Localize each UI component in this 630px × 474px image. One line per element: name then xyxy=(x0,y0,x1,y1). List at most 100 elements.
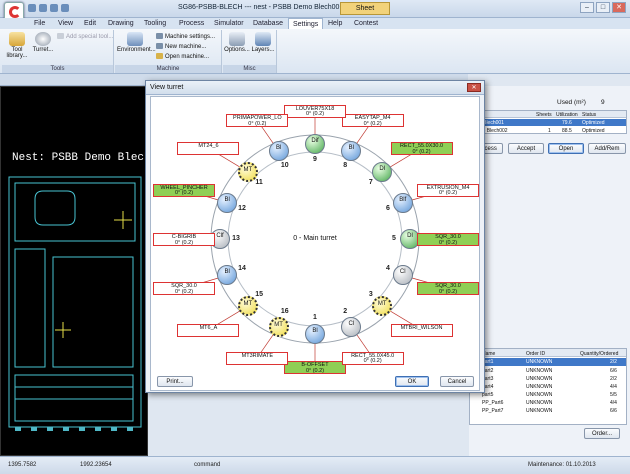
quick-save-icon[interactable] xyxy=(28,4,36,12)
window-controls: – □ ✕ xyxy=(578,2,626,14)
tool-label[interactable]: WHEEL_PINCHER 0° (0.2) xyxy=(153,183,215,197)
tool-label[interactable]: EASYTAP_M4 0° (0.2) xyxy=(341,114,404,128)
tool-label[interactable]: C-BIGRIB 0° (0.2) xyxy=(153,233,215,246)
layers-button[interactable]: Layers... xyxy=(251,32,275,53)
col-header-status: Status xyxy=(582,112,597,118)
new-machine-label: New machine... xyxy=(165,44,207,50)
menu-file[interactable]: File xyxy=(34,18,45,29)
menu-tooling[interactable]: Tooling xyxy=(144,18,166,29)
tool-label[interactable]: MT24_6 xyxy=(177,142,240,156)
tool-angle: 0° (0.2) xyxy=(174,288,194,295)
order-row-qty: 5/5 xyxy=(610,392,617,398)
tool-label[interactable]: EXTRUSION_M4 0° (0.2) xyxy=(417,183,479,197)
turret-station-1[interactable]: Bl xyxy=(305,324,325,344)
tool-label[interactable]: MT3RIMATE xyxy=(226,351,289,365)
tool-label[interactable]: RECT_55.0X45.0 0° (0.2) xyxy=(341,351,404,365)
menu-database[interactable]: Database xyxy=(253,18,283,29)
new-machine-button[interactable]: New machine... xyxy=(156,43,206,51)
cancel-button[interactable]: Cancel xyxy=(440,376,474,387)
order-row-id: UNKNOWN xyxy=(526,392,553,398)
tool-label[interactable]: MT6_A xyxy=(177,323,240,337)
order-row-qty: 6/6 xyxy=(610,408,617,414)
menu-simulator[interactable]: Simulator xyxy=(214,18,244,29)
machine-settings-icon xyxy=(156,33,163,39)
ok-button[interactable]: OK xyxy=(395,376,429,387)
menu-process[interactable]: Process xyxy=(179,18,204,29)
open-button[interactable]: Open xyxy=(548,143,584,154)
tool-label[interactable]: MTBRI_WILSON xyxy=(390,323,453,337)
turret-station-10[interactable]: Bl xyxy=(268,141,289,162)
station-number: 9 xyxy=(313,156,317,163)
menu-view[interactable]: View xyxy=(58,18,73,29)
turret-station-3[interactable]: MT xyxy=(372,296,393,317)
turret-station-8[interactable]: Bl xyxy=(341,141,362,162)
order-row[interactable]: part3 UNKNOWN 2/2 xyxy=(470,375,626,383)
order-row[interactable]: part2 UNKNOWN 6/6 xyxy=(470,367,626,375)
tool-angle: 0° (0.2) xyxy=(438,288,458,295)
dialog-close-button[interactable]: ✕ xyxy=(467,83,481,92)
quick-undo-icon[interactable] xyxy=(39,4,47,12)
station-number: 8 xyxy=(343,162,348,169)
order-row[interactable]: PP_Part6 UNKNOWN 4/4 xyxy=(470,399,626,407)
order-row[interactable]: part1 UNKNOWN 2/2 xyxy=(470,358,626,366)
environment-button[interactable]: Environment... xyxy=(117,32,156,53)
tool-name: MT6_A xyxy=(199,324,218,331)
minimize-button[interactable]: – xyxy=(580,2,594,13)
tools-group-label: Tools xyxy=(2,65,113,73)
order-row[interactable]: part5 UNKNOWN 5/5 xyxy=(470,391,626,399)
order-row-id: UNKNOWN xyxy=(526,408,553,414)
turret-station-9[interactable]: Dif xyxy=(305,134,325,154)
order-button[interactable]: Order... xyxy=(584,428,620,439)
tool-label[interactable]: SQR_30.0 0° (0.2) xyxy=(417,282,479,296)
menu-settings[interactable]: Settings xyxy=(288,18,324,29)
environment-icon xyxy=(127,32,143,46)
tool-label[interactable]: RECT_55.0X30.0 0° (0.2) xyxy=(390,142,453,156)
accept-button[interactable]: Accept xyxy=(508,143,544,154)
turret-station-16[interactable]: MT xyxy=(268,316,289,337)
open-machine-button[interactable]: Open machine... xyxy=(156,53,209,61)
add-remove-button[interactable]: Add/Rem xyxy=(588,143,626,154)
row-utilization: 79.6 xyxy=(562,120,572,126)
turret-station-4[interactable]: Cl xyxy=(392,265,413,286)
add-special-tool-button[interactable]: Add special tool... xyxy=(57,33,113,41)
menu-help[interactable]: Help xyxy=(328,18,342,29)
status-x-coordinate: 1395.7582 xyxy=(8,462,37,468)
tool-label[interactable]: PRIMAPOWER_LO 0° (0.2) xyxy=(226,114,289,128)
station-number: 1 xyxy=(313,314,317,321)
tool-label[interactable]: B-OFFSET 0° (0.2) xyxy=(284,361,346,375)
ribbon: Tool library... Turret... Add special to… xyxy=(0,29,630,74)
tool-angle: 0° (0.2) xyxy=(305,111,325,118)
tool-label[interactable]: SQR_30.0 0° (0.2) xyxy=(153,282,215,296)
station-number: 14 xyxy=(238,265,246,273)
turret-station-6[interactable]: Blf xyxy=(392,192,413,213)
table-row[interactable]: Demo Blech002 1 88.5 Optimized xyxy=(470,127,626,134)
tool-library-button[interactable]: Tool library... xyxy=(4,32,30,59)
menu-edit[interactable]: Edit xyxy=(84,18,96,29)
station-number: 5 xyxy=(392,235,396,242)
quick-print-icon[interactable] xyxy=(61,4,69,12)
sheet-context-tab[interactable]: Sheet xyxy=(340,2,390,15)
tool-label[interactable]: SQR_30.0 0° (0.2) xyxy=(417,233,479,246)
nest-panel: nest Used (m²) 9 Sheets Utilization Stat… xyxy=(469,86,630,456)
view-turret-dialog: View turret ✕ 0 - Main turret Bl 1 B-OFFSE… xyxy=(145,80,485,393)
close-button[interactable]: ✕ xyxy=(612,2,626,13)
tool-angle: 0° (0.2) xyxy=(363,120,382,127)
options-button[interactable]: Options... xyxy=(224,32,250,53)
turret-station-2[interactable]: Cl xyxy=(341,316,362,337)
machine-settings-button[interactable]: Machine settings... xyxy=(156,33,215,41)
drawing-canvas[interactable] xyxy=(0,86,148,456)
order-row[interactable]: part4 UNKNOWN 4/4 xyxy=(470,383,626,391)
quick-redo-icon[interactable] xyxy=(50,4,58,12)
application-window: SG86-PSBB-BLECH --- nest - PSBB Demo Ble… xyxy=(0,0,630,474)
order-row[interactable]: PP_Part7 UNKNOWN 6/6 xyxy=(470,407,626,415)
tool-label[interactable]: LOUVER75X18 0° (0.2) xyxy=(284,104,346,118)
maximize-button[interactable]: □ xyxy=(596,2,610,13)
menu-drawing[interactable]: Drawing xyxy=(108,18,134,29)
tool-library-icon xyxy=(9,32,25,46)
turret-station-15[interactable]: MT xyxy=(237,296,258,317)
menu-contest[interactable]: Contest xyxy=(354,18,378,29)
station-number: 11 xyxy=(255,179,263,187)
table-row[interactable]: emo Blech001 79.6 Optimized xyxy=(470,119,626,126)
turret-button[interactable]: Turret... xyxy=(31,32,55,53)
print-button[interactable]: Print... xyxy=(157,376,193,387)
